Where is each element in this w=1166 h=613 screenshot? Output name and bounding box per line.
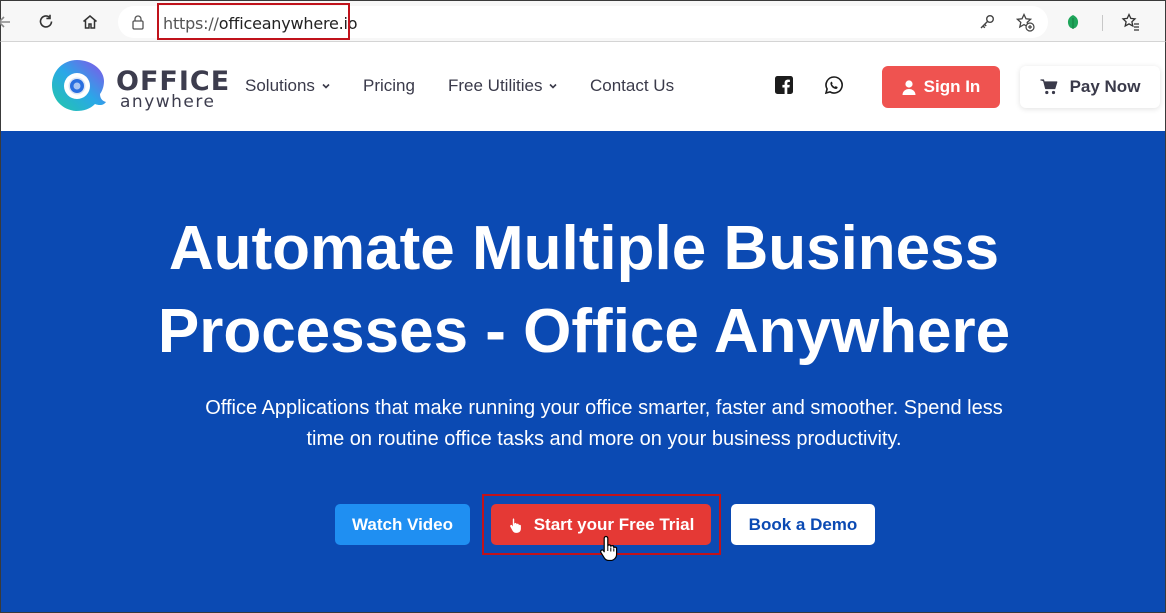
favorites-icon[interactable] [1121,12,1141,32]
star-add-icon[interactable] [1015,12,1035,32]
home-icon[interactable] [78,10,102,34]
nav-item-label: Free Utilities [448,76,543,95]
shopping-cart-icon [1040,79,1057,95]
lock-icon[interactable] [130,14,146,30]
hero-subtitle: Office Applications that make running yo… [194,393,1014,455]
book-a-demo-button[interactable]: Book a Demo [731,504,875,545]
reload-icon[interactable] [34,10,58,34]
url-highlight-box [157,3,350,40]
nav-item-solutions[interactable]: Solutions [245,76,331,96]
leaf-extension-icon[interactable] [1065,14,1081,30]
sign-in-label: Sign In [923,77,981,96]
facebook-icon[interactable] [775,76,793,94]
hero-section: Automate Multiple Business Processes - O… [0,131,1166,613]
chevron-down-icon [549,83,558,89]
whatsapp-icon[interactable] [824,75,844,95]
logo-word-office: OFFICE [116,66,231,97]
chevron-down-icon [322,83,330,89]
nav-item-contact-us[interactable]: Contact Us [590,76,674,96]
pay-now-button[interactable]: Pay Now [1020,66,1160,108]
nav-item-free-utilities[interactable]: Free Utilities [448,76,558,96]
pointing-hand-icon [509,517,521,533]
user-icon [902,79,916,95]
hero-title-line-1: Automate Multiple Business [168,214,1000,283]
watch-video-label: Watch Video [351,514,454,534]
sign-in-button[interactable]: Sign In [882,66,1000,108]
hand-cursor-icon [600,535,618,561]
nav-item-pricing[interactable]: Pricing [363,76,415,96]
nav-item-label: Contact Us [590,76,675,95]
nav-item-label: Pricing [363,76,415,95]
logo-word-anywhere: anywhere [120,92,216,112]
site-logo[interactable]: OFFICE anywhere [49,58,229,114]
nav-item-label: Solutions [245,76,315,95]
hero-subtitle-line-1: Office Applications that make running yo… [205,397,1003,419]
start-free-trial-label: Start your Free Trial [533,514,695,534]
office-anywhere-logo-icon [52,60,106,111]
hero-subtitle-line-2: time on routine office tasks and more on… [306,428,902,450]
toolbar-divider [1102,15,1103,31]
hero-title-line-2: Processes - Office Anywhere [157,297,1011,366]
book-a-demo-label: Book a Demo [748,514,858,534]
pay-now-label: Pay Now [1069,77,1141,96]
hero-title: Automate Multiple Business Processes - O… [1,207,1166,373]
site-header: OFFICE anywhere Solutions Pricing Free U… [0,42,1166,131]
key-icon[interactable] [978,13,996,31]
back-arrow-icon[interactable] [0,10,17,34]
watch-video-button[interactable]: Watch Video [335,504,470,545]
